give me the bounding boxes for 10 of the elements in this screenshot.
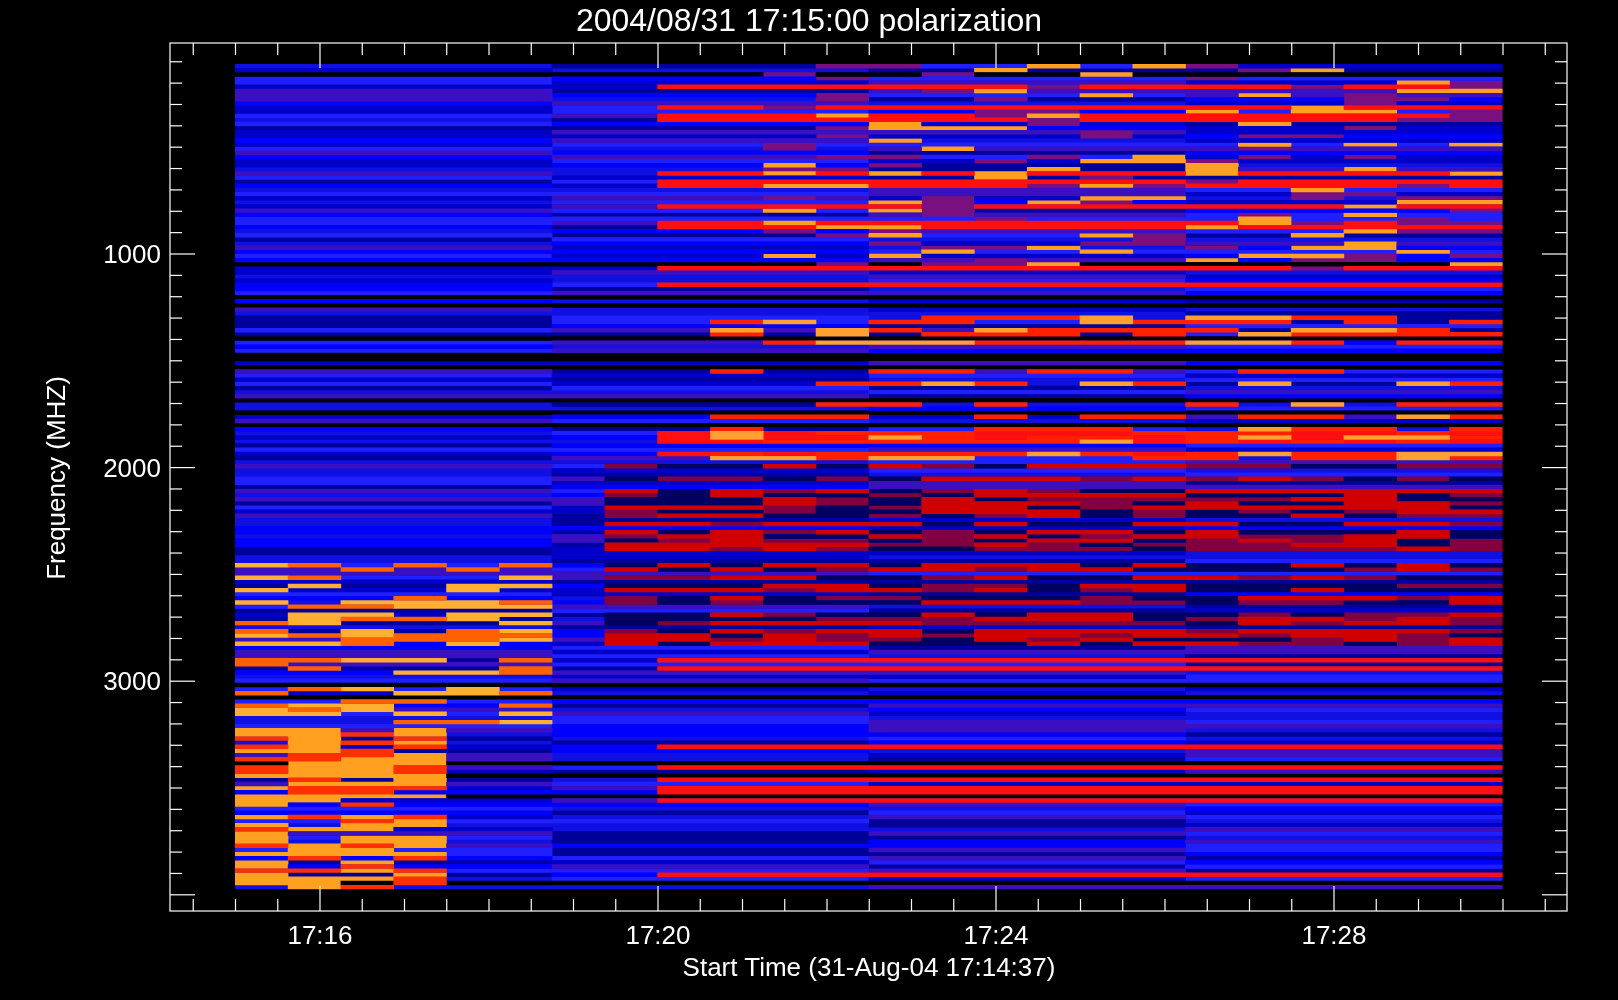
- x-tick-label: 17:24: [963, 920, 1029, 950]
- y-tick-label: 1000: [103, 239, 161, 269]
- x-tick-label: 17:16: [287, 920, 353, 950]
- y-tick-label: 2000: [103, 452, 161, 483]
- x-tick-label: 17:20: [625, 920, 691, 950]
- y-axis-label: Frequency (MHZ): [41, 376, 71, 580]
- y-tick-label: 3000: [103, 666, 161, 697]
- x-axis-label: Start Time (31-Aug-04 17:14:37): [682, 952, 1056, 982]
- plot-title: 2004/08/31 17:15:00 polarization: [575, 2, 1043, 38]
- x-tick-label: 17:28: [1301, 920, 1367, 950]
